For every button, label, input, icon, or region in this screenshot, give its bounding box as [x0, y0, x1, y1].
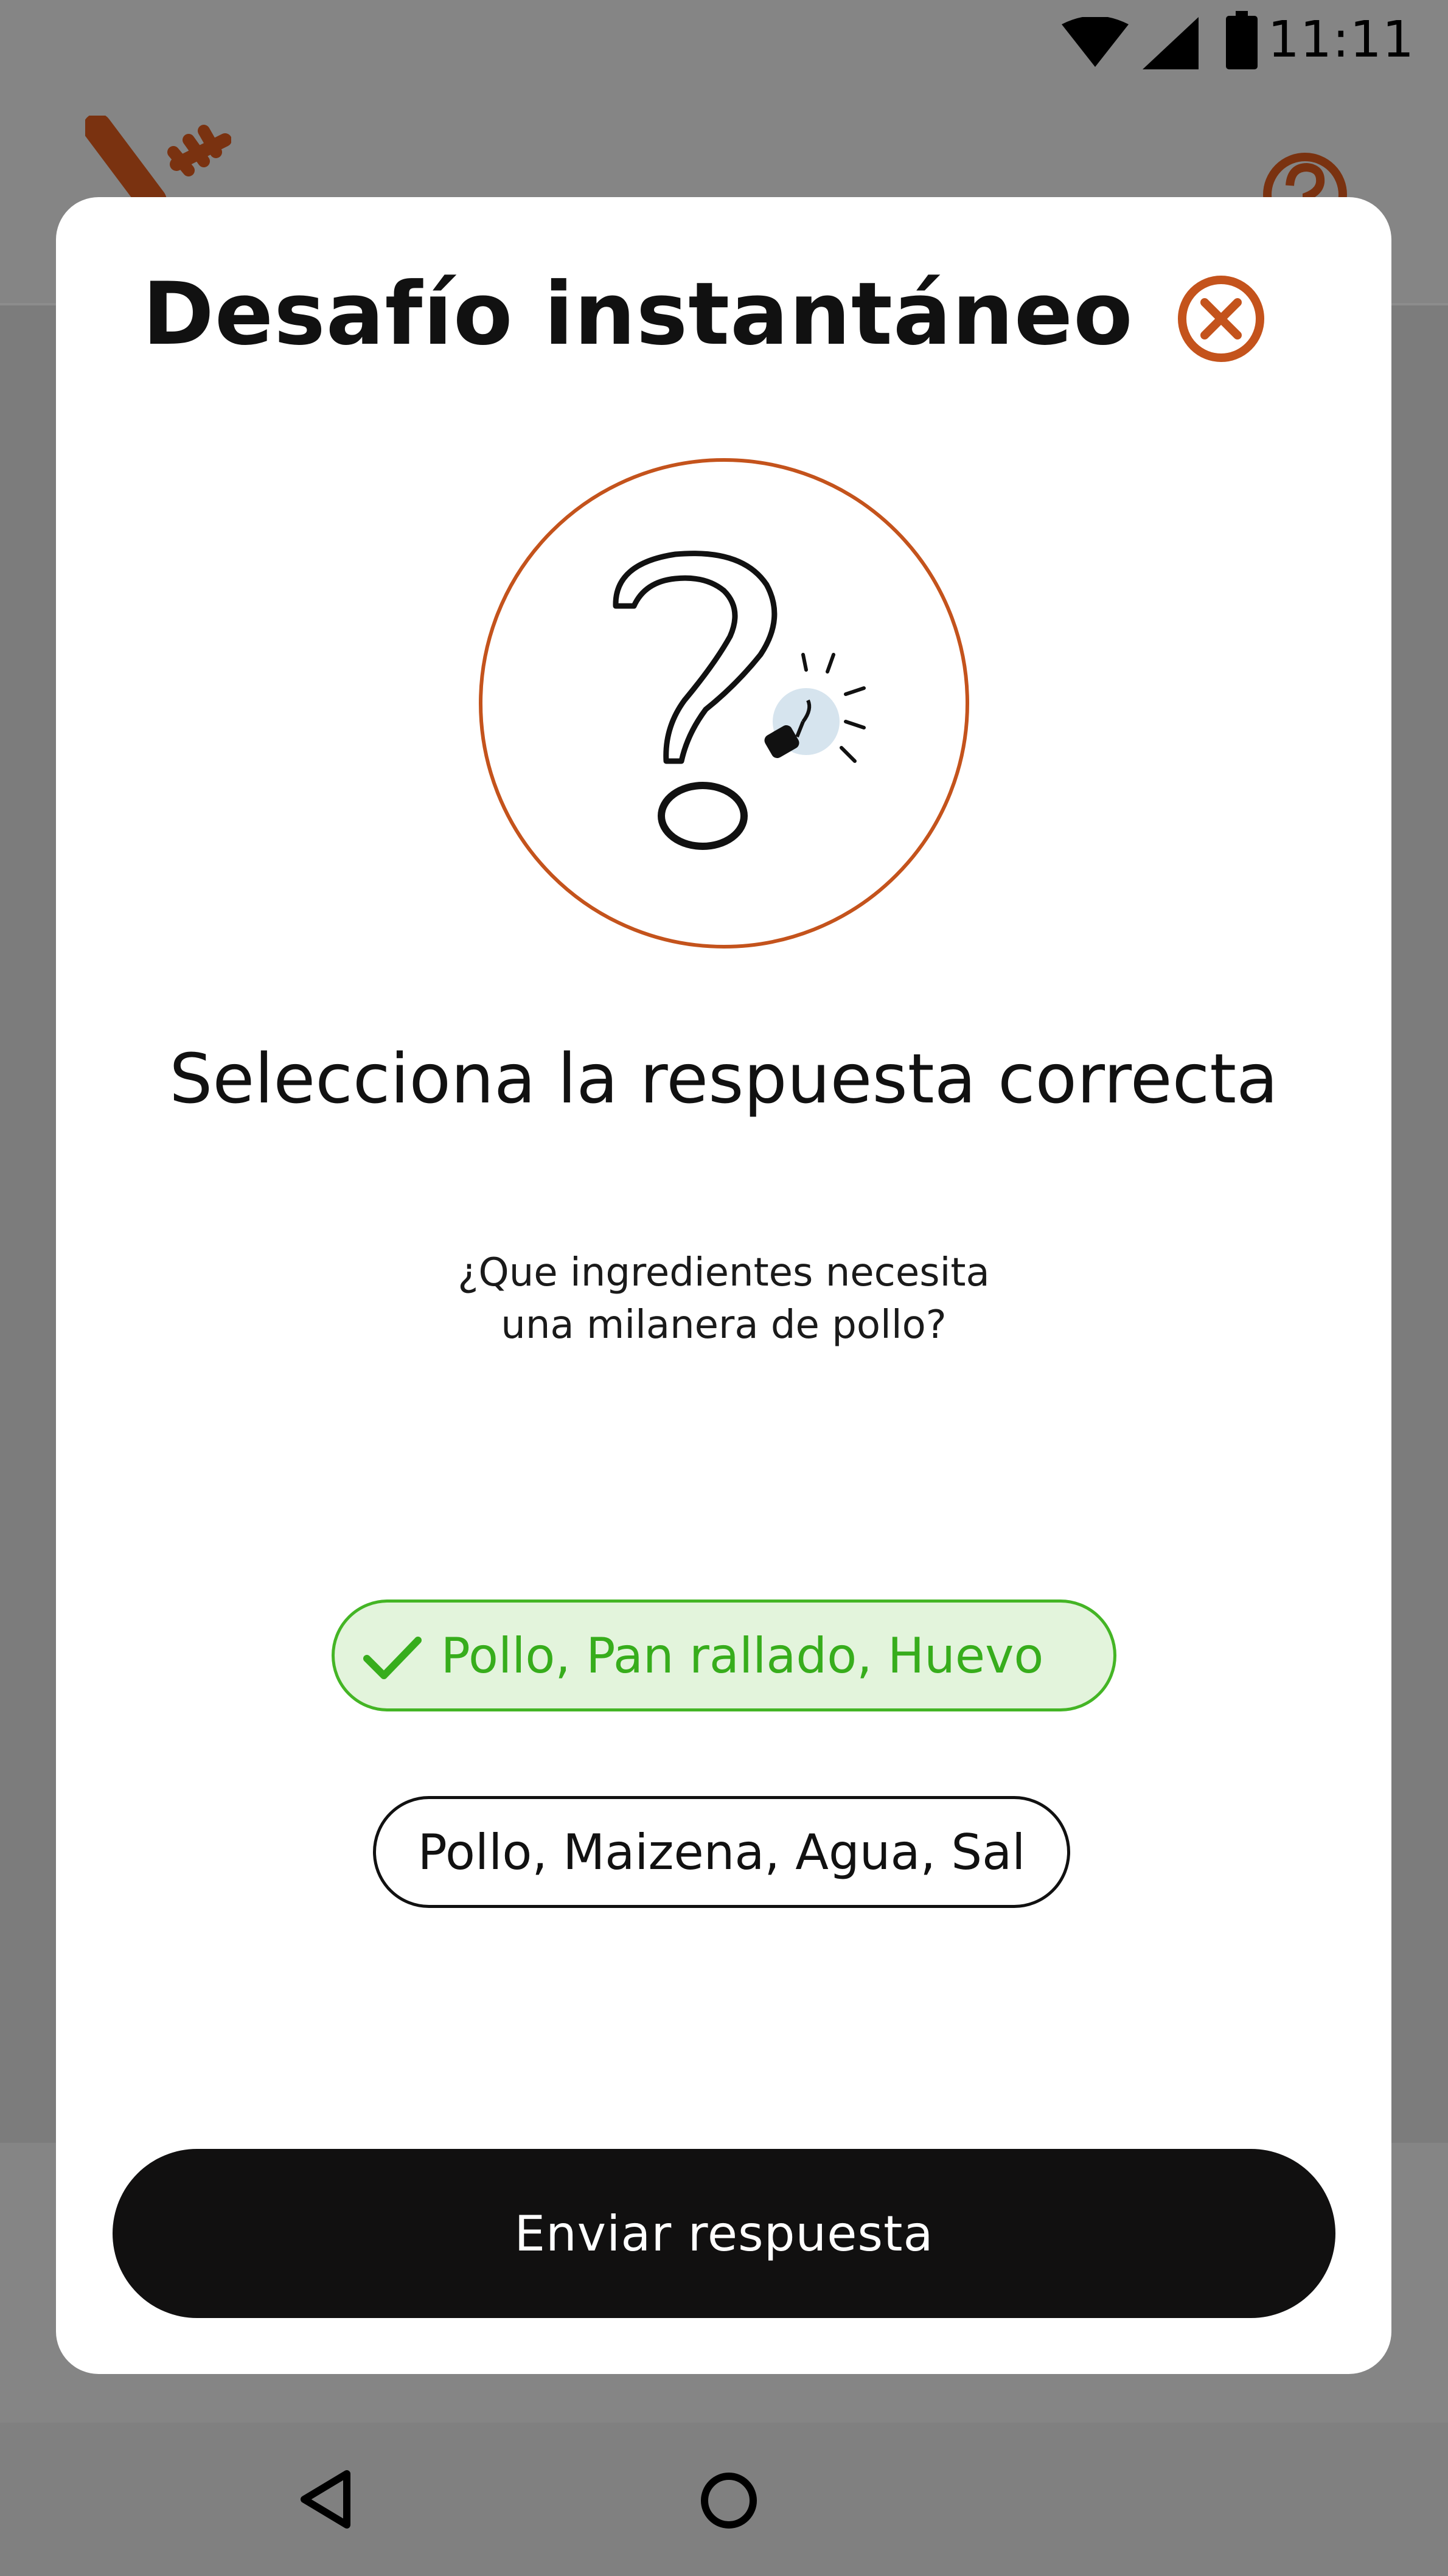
battery-icon [1226, 11, 1258, 69]
submit-answer-button[interactable]: Enviar respuesta [113, 2149, 1335, 2318]
answer-option-label: Pollo, Maizena, Agua, Sal [417, 1823, 1026, 1881]
status-bar: 11:11 [0, 0, 1448, 82]
challenge-dialog: Desafío instantáneo Selecciona la respue… [56, 197, 1391, 2374]
back-icon[interactable] [298, 2469, 353, 2530]
close-icon[interactable] [1175, 273, 1267, 364]
answer-option-label: Pollo, Pan rallado, Huevo [440, 1627, 1044, 1684]
answer-option-correct[interactable]: Pollo, Pan rallado, Huevo [332, 1600, 1116, 1711]
fork-knife-logo [85, 116, 231, 207]
question-line-2: una milanera de pollo? [501, 1303, 947, 1348]
dialog-title: Desafío instantáneo [142, 264, 1133, 364]
question-text: ¿Que ingredientes necesita una milanera … [56, 1247, 1391, 1351]
answer-option[interactable]: Pollo, Maizena, Agua, Sal [373, 1796, 1070, 1908]
checkmark-icon [363, 1637, 422, 1679]
cellular-signal-icon [1143, 17, 1199, 69]
instruction-text: Selecciona la respuesta correcta [169, 1040, 1278, 1119]
question-mark-lightbulb-icon [479, 458, 969, 949]
home-icon[interactable] [700, 2471, 758, 2530]
wifi-icon [1062, 17, 1129, 67]
question-line-1: ¿Que ingredientes necesita [458, 1250, 990, 1295]
status-time: 11:11 [1267, 11, 1415, 69]
